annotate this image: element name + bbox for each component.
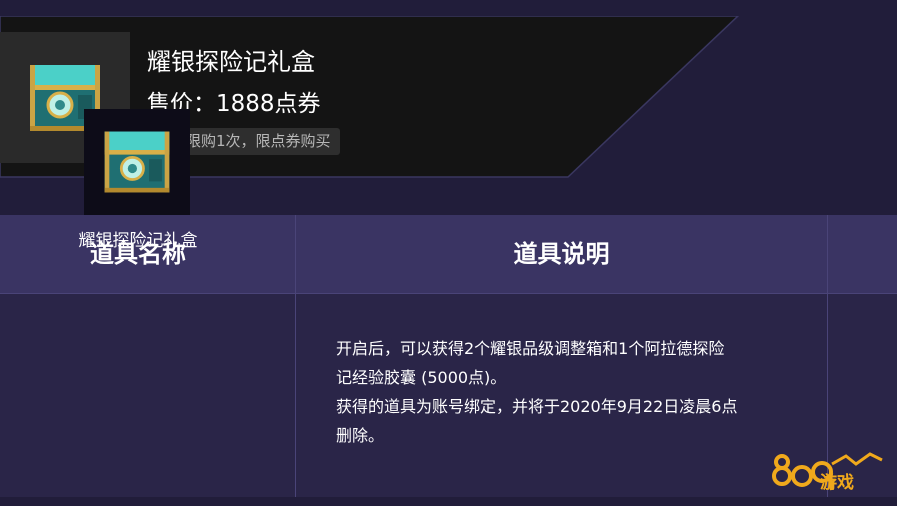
item-description-cell: 开启后，可以获得2个耀银品级调整箱和1个阿拉德探险 记经验胶囊 (5000点)。… xyxy=(336,334,796,450)
watermark-text: 游戏 xyxy=(820,473,854,493)
description-line: 获得的道具为账号绑定，并将于2020年9月22日凌晨6点 xyxy=(336,397,738,416)
item-name-cell: 耀银探险记礼盒 xyxy=(78,231,198,251)
description-line: 开启后，可以获得2个耀银品级调整箱和1个阿拉德探险 xyxy=(336,339,725,358)
description-line: 删除。 xyxy=(336,426,385,445)
column-header-description: 道具说明 xyxy=(513,240,610,268)
treasure-chest-icon xyxy=(104,131,170,193)
item-title: 耀银探险记礼盒 xyxy=(147,48,315,76)
description-line: 记经验胶囊 (5000点)。 xyxy=(336,368,507,387)
item-icon-cell xyxy=(84,109,190,215)
watermark-logo: 游戏 xyxy=(770,450,890,500)
